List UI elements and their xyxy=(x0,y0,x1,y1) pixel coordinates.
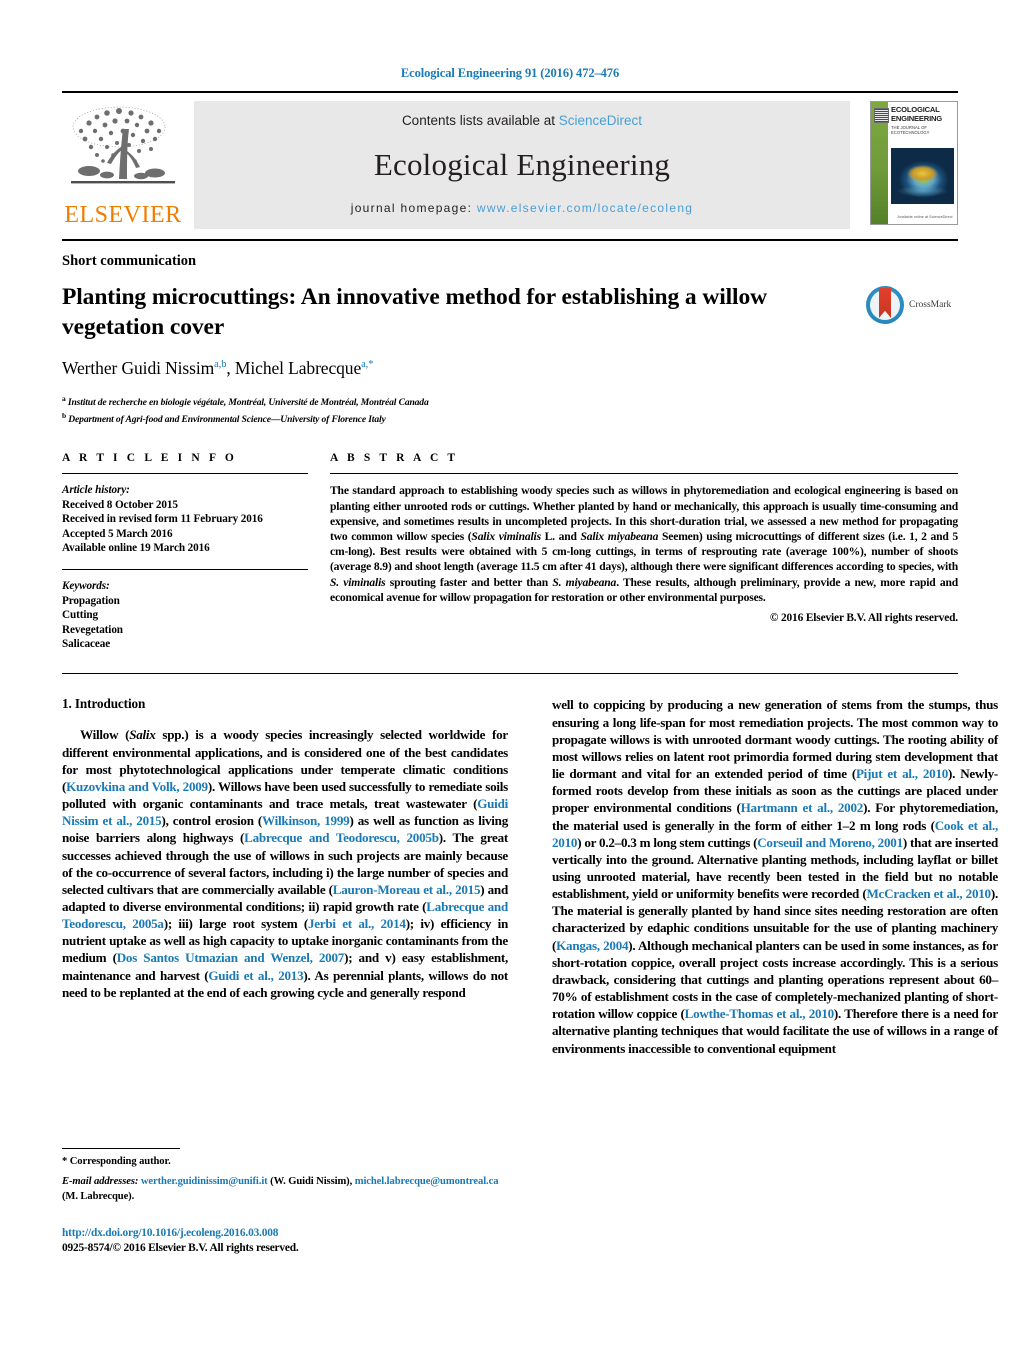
email-addresses-note: E-mail addresses: werther.guidinissim@un… xyxy=(62,1175,508,1204)
homepage-prefix: journal homepage: xyxy=(350,201,477,215)
history-online: Available online 19 March 2016 xyxy=(62,542,210,554)
cover-head: ECOLOGICAL ENGINEERING THE JOURNAL OF EC… xyxy=(874,105,955,144)
crossmark-badge[interactable]: CrossMark xyxy=(866,282,958,324)
author-list: Werther Guidi Nissima,b, Michel Labrecqu… xyxy=(62,358,374,378)
contents-prefix: Contents lists available at xyxy=(401,113,559,128)
rule-under-banner xyxy=(62,239,958,241)
elsevier-wordmark: ELSEVIER xyxy=(64,202,182,228)
keyword-item: Salicaceae xyxy=(62,638,111,651)
affiliation-a: a Institut de recherche en biologie végé… xyxy=(62,392,848,409)
affiliation-marker-b: b xyxy=(62,411,67,421)
article-info-heading: A R T I C L E I N F O xyxy=(62,452,237,465)
history-accepted: Accepted 5 March 2016 xyxy=(62,527,173,540)
keyword-item: Cutting xyxy=(62,609,98,622)
keyword-item: Propagation xyxy=(62,594,120,607)
publisher-block: ELSEVIER xyxy=(62,101,184,229)
cover-subtitle: THE JOURNAL OF ECOTECHNOLOGY xyxy=(891,125,930,136)
affiliation-text-a: Institut de recherche en biologie végéta… xyxy=(67,397,429,409)
rule-under-abstract xyxy=(62,673,958,675)
keywords-block: Keywords: Propagation Cutting Revegetati… xyxy=(62,579,308,651)
abstract-copyright: © 2016 Elsevier B.V. All rights reserved… xyxy=(769,612,958,624)
email-name-1: (W. Guidi Nissim), xyxy=(270,1176,353,1188)
article-history-block: Article history: Received 8 October 2015… xyxy=(62,483,308,555)
article-type-label: Short communication xyxy=(62,253,197,269)
issn-copyright-line: 0925-8574/© 2016 Elsevier B.V. All right… xyxy=(62,1241,299,1254)
journal-banner: ELSEVIER Contents lists available at Sci… xyxy=(62,101,958,229)
footnote-block: * Corresponding author. E-mail addresses… xyxy=(62,1148,508,1255)
crossmark-icon xyxy=(866,286,904,324)
article-head: Planting microcuttings: An innovative me… xyxy=(62,282,958,426)
doi-block: http://dx.doi.org/10.1016/j.ecoleng.2016… xyxy=(62,1226,508,1255)
cover-footer: Available online at ScienceDirect xyxy=(897,215,953,219)
email-link-2[interactable]: michel.labrecque@umontreal.ca xyxy=(355,1176,499,1187)
affiliation-marker-a: a xyxy=(62,394,66,403)
page-title: Planting microcuttings: An innovative me… xyxy=(62,284,768,340)
paper-page: Ecological Engineering 91 (2016) 472–476 xyxy=(0,0,1020,1351)
corresponding-author-note: * Corresponding author. xyxy=(62,1156,171,1167)
article-info-rule xyxy=(62,473,308,475)
intro-paragraph-left: Willow (Salix spp.) is a woody species i… xyxy=(62,727,509,1000)
rule-top xyxy=(62,91,958,93)
intro-paragraph-right: well to coppicing by producing a new gen… xyxy=(552,697,999,1056)
keywords-label: Keywords: xyxy=(62,580,110,593)
article-history-label: Article history: xyxy=(62,484,130,497)
journal-banner-center: Contents lists available at ScienceDirec… xyxy=(194,101,850,229)
journal-cover-thumbnail: ECOLOGICAL ENGINEERING THE JOURNAL OF EC… xyxy=(870,101,958,225)
keywords-rule xyxy=(62,569,308,571)
history-revised: Received in revised form 11 February 201… xyxy=(62,513,263,526)
body-column-left: 1. Introduction Willow (Salix spp.) is a… xyxy=(62,696,508,1056)
doi-link[interactable]: http://dx.doi.org/10.1016/j.ecoleng.2016… xyxy=(62,1226,508,1241)
contents-line: Contents lists available at ScienceDirec… xyxy=(402,113,642,128)
affiliation-list: a Institut de recherche en biologie végé… xyxy=(62,392,848,426)
article-head-text: Planting microcuttings: An innovative me… xyxy=(62,282,866,426)
running-head: Ecological Engineering 91 (2016) 472–476 xyxy=(400,66,620,80)
history-received: Received 8 October 2015 xyxy=(62,498,178,511)
journal-title: Ecological Engineering xyxy=(373,146,671,182)
email-name-2: (M. Labrecque). xyxy=(62,1190,135,1202)
email-label: E-mail addresses: xyxy=(62,1176,139,1188)
elsevier-tree-icon xyxy=(67,101,179,195)
abstract-rule xyxy=(330,473,958,475)
body-column-right: well to coppicing by producing a new gen… xyxy=(552,696,998,1056)
abstract-heading: A B S T R A C T xyxy=(330,452,459,465)
journal-homepage-line: journal homepage: www.elsevier.com/locat… xyxy=(351,201,694,215)
info-abstract-region: A R T I C L E I N F O Article history: R… xyxy=(62,452,958,651)
footnote-rule xyxy=(62,1148,180,1149)
cover-artwork xyxy=(891,148,954,204)
email-link-1[interactable]: werther.guidinissim@unifi.it xyxy=(141,1176,268,1187)
cover-title: ECOLOGICAL ENGINEERING xyxy=(891,105,942,123)
sciencedirect-link[interactable]: ScienceDirect xyxy=(559,113,642,128)
journal-cover-block: ECOLOGICAL ENGINEERING THE JOURNAL OF EC… xyxy=(860,101,958,229)
crossmark-label: CrossMark xyxy=(909,300,952,310)
keyword-item: Revegetation xyxy=(62,623,123,636)
abstract-column: A B S T R A C T The standard approach to… xyxy=(330,452,958,651)
section-title-introduction: 1. Introduction xyxy=(62,696,146,712)
journal-homepage-link[interactable]: www.elsevier.com/locate/ecoleng xyxy=(477,201,693,215)
cover-publisher-logo-icon xyxy=(874,108,889,123)
article-info-column: A R T I C L E I N F O Article history: R… xyxy=(62,452,330,651)
body-columns: 1. Introduction Willow (Salix spp.) is a… xyxy=(62,696,998,1056)
abstract-text: The standard approach to establishing wo… xyxy=(330,484,959,604)
affiliation-text-b: Department of Agri-food and Environmenta… xyxy=(68,414,386,426)
affiliation-b: b Department of Agri-food and Environmen… xyxy=(62,409,848,426)
